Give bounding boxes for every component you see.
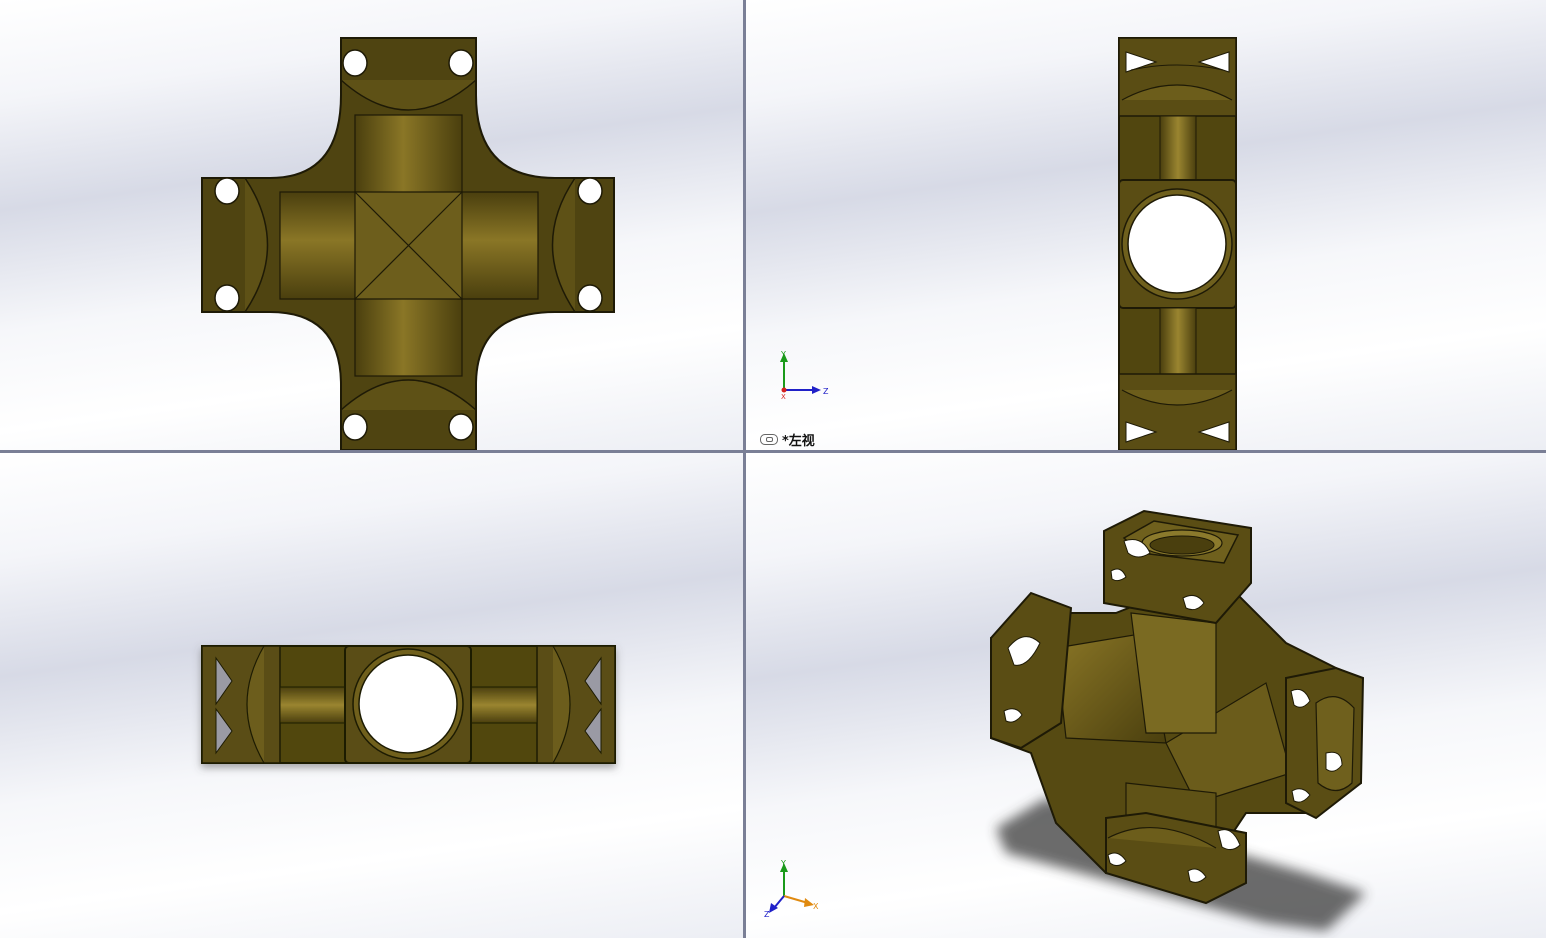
view-name-label[interactable]: *左视 — [760, 430, 815, 449]
bolt-hole — [577, 284, 603, 312]
bolt-hole — [448, 413, 474, 441]
bolt-hole — [342, 49, 368, 77]
axis-label-x: X — [781, 393, 786, 400]
viewport-isometric[interactable]: Y X Z — [746, 453, 1546, 938]
bolt-hole — [214, 177, 240, 205]
axis-label-x: X — [813, 902, 819, 911]
part-left-view — [1118, 37, 1237, 450]
bolt-hole — [577, 177, 603, 205]
axis-label-z: Z — [764, 910, 770, 919]
link-icon — [760, 434, 778, 445]
bolt-hole — [448, 49, 474, 77]
bolt-hole — [214, 284, 240, 312]
coordinate-triad-icon: Y X Z — [764, 859, 819, 919]
coordinate-triad-icon: Y Z X — [780, 350, 829, 400]
viewport-front[interactable] — [0, 0, 743, 450]
axis-label-y: Y — [780, 350, 786, 359]
view-name-text: *左视 — [782, 434, 815, 449]
part-front-view — [201, 37, 615, 450]
part-isometric-view — [990, 509, 1366, 931]
viewport-left[interactable]: Y Z X *左视 — [746, 0, 1546, 450]
viewport-top[interactable] — [0, 453, 743, 938]
part-top-view — [201, 645, 616, 764]
bolt-hole — [342, 413, 368, 441]
axis-label-y: Y — [780, 859, 786, 868]
axis-label-z: Z — [823, 387, 829, 396]
